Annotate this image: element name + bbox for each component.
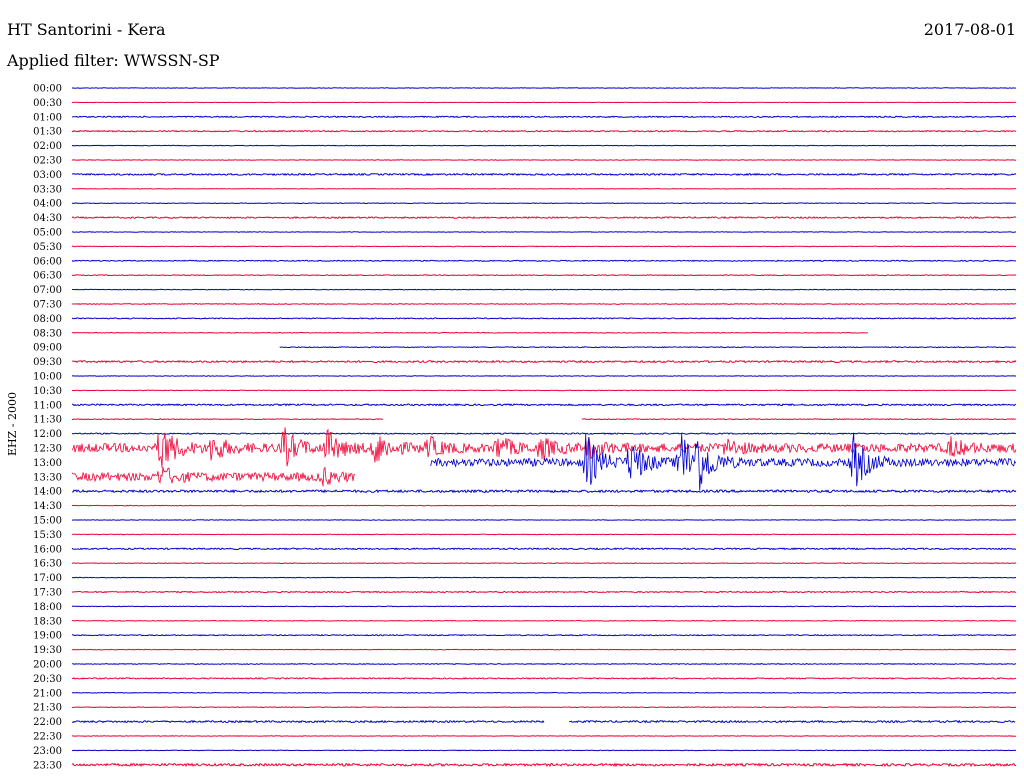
- time-tick-label: 13:30: [33, 472, 62, 483]
- trace-row: [71, 259, 1017, 262]
- trace-row: [71, 274, 1017, 277]
- time-tick-label: 23:30: [33, 760, 62, 771]
- time-tick-label: 18:30: [33, 616, 62, 627]
- time-tick-label: 03:30: [33, 184, 62, 195]
- trace-row: [71, 648, 1017, 651]
- trace-row: [71, 619, 1017, 622]
- trace-row: [71, 562, 1017, 565]
- time-tick-label: 19:30: [33, 645, 62, 656]
- time-tick-label: 09:00: [33, 343, 62, 354]
- trace-row: [279, 346, 1016, 349]
- time-tick-label: 01:30: [33, 127, 62, 138]
- time-tick-labels: 00:00 00:30 01:00 01:30 02:00 02:30 03:00 03:30…: [33, 84, 62, 772]
- trace-row: [71, 389, 1017, 392]
- time-tick-label: 03:00: [33, 170, 62, 181]
- time-tick-label: 11:30: [33, 415, 62, 426]
- time-tick-label: 10:30: [33, 386, 62, 397]
- time-tick-label: 08:30: [33, 328, 62, 339]
- trace-row: [569, 719, 1016, 724]
- time-tick-label: 05:30: [33, 242, 62, 253]
- trace-row: [71, 418, 384, 421]
- time-tick-label: 13:00: [33, 458, 62, 469]
- trace-row: [71, 691, 1017, 694]
- trace-row: [71, 634, 1017, 637]
- trace-row: [71, 129, 1017, 133]
- trace-row: [71, 504, 1017, 507]
- time-tick-label: 09:30: [33, 357, 62, 368]
- time-tick-label: 16:30: [33, 559, 62, 570]
- time-tick-label: 20:00: [33, 660, 62, 671]
- time-tick-label: 16:00: [33, 544, 62, 555]
- trace-row: [71, 144, 1017, 147]
- time-tick-label: 07:30: [33, 300, 62, 311]
- trace-row: [71, 303, 1017, 305]
- time-tick-label: 21:30: [33, 703, 62, 714]
- time-tick-label: 14:30: [33, 501, 62, 512]
- trace-row: [71, 590, 1017, 594]
- trace-row: [581, 418, 1016, 421]
- trace-row: [71, 202, 1017, 205]
- time-tick-label: 05:00: [33, 228, 62, 239]
- trace-row: [71, 547, 1017, 551]
- trace-row: [71, 677, 1017, 680]
- trace-row: [71, 576, 1017, 579]
- time-tick-label: 20:30: [33, 674, 62, 685]
- time-tick-label: 06:30: [33, 271, 62, 282]
- trace-row: [71, 605, 1017, 608]
- time-tick-label: 15:00: [33, 516, 62, 527]
- trace-row: [71, 245, 1017, 248]
- time-tick-label: 08:00: [33, 314, 62, 325]
- time-tick-label: 22:30: [33, 732, 62, 743]
- time-tick-label: 19:00: [33, 631, 62, 642]
- trace-row: [71, 466, 356, 487]
- time-tick-label: 12:30: [33, 444, 62, 455]
- trace-row: [71, 719, 545, 724]
- y-axis-label: EHZ - 2000: [6, 392, 19, 456]
- trace-row: [71, 735, 1017, 737]
- time-tick-label: 01:00: [33, 112, 62, 123]
- trace-row: [71, 331, 869, 334]
- trace-row: [71, 317, 1017, 320]
- time-tick-label: 07:00: [33, 285, 62, 296]
- time-tick-label: 11:00: [33, 400, 62, 411]
- trace-row: [71, 231, 1017, 233]
- trace-row: [71, 403, 1017, 407]
- trace-row: [71, 159, 1017, 161]
- time-tick-label: 23:00: [33, 746, 62, 757]
- trace-row: [430, 432, 1017, 491]
- time-tick-label: 02:00: [33, 141, 62, 152]
- time-tick-label: 18:00: [33, 602, 62, 613]
- trace-row: [71, 762, 1017, 768]
- time-tick-label: 04:30: [33, 213, 62, 224]
- time-tick-label: 15:30: [33, 530, 62, 541]
- trace-row: [71, 115, 1017, 119]
- trace-row: [71, 432, 1017, 435]
- time-tick-label: 22:00: [33, 717, 62, 728]
- time-tick-label: 17:00: [33, 573, 62, 584]
- time-tick-label: 17:30: [33, 588, 62, 599]
- time-tick-label: 12:00: [33, 429, 62, 440]
- trace-row: [71, 533, 1017, 536]
- trace-row: [71, 359, 1017, 364]
- time-tick-label: 10:00: [33, 372, 62, 383]
- time-tick-label: 04:00: [33, 199, 62, 210]
- time-tick-label: 21:00: [33, 688, 62, 699]
- trace-row: [71, 663, 1017, 666]
- trace-row: [71, 749, 1017, 752]
- trace-row: [71, 519, 1017, 521]
- trace-row: [71, 488, 1017, 494]
- time-tick-label: 14:00: [33, 487, 62, 498]
- trace-row: [71, 216, 1017, 220]
- trace-rows: [71, 87, 1017, 768]
- trace-row: [71, 87, 1017, 89]
- time-tick-label: 00:00: [33, 84, 62, 95]
- trace-row: [71, 288, 1017, 291]
- helicorder-chart: 00:00 00:30 01:00 01:30 02:00 02:30 03:00 03:30…: [6, 84, 1017, 772]
- time-tick-label: 00:30: [33, 98, 62, 109]
- trace-row: [71, 172, 1017, 177]
- trace-row: [71, 706, 1017, 709]
- time-tick-label: 06:00: [33, 256, 62, 267]
- trace-row: [71, 375, 1017, 377]
- time-tick-label: 02:30: [33, 156, 62, 167]
